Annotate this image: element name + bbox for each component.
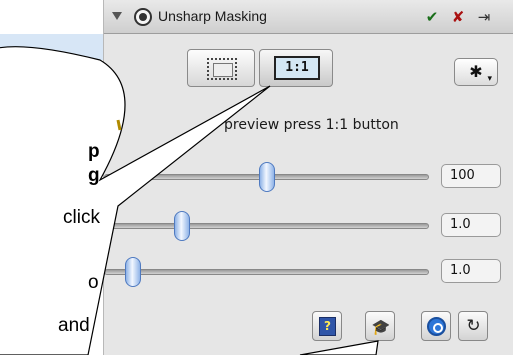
callout-balloon <box>0 46 379 355</box>
callout-text-2: g <box>88 165 100 186</box>
callout-text-3: click <box>63 207 100 228</box>
callout-marker <box>116 119 122 131</box>
callout-tail-bottom <box>299 340 379 355</box>
callout-text-4: o <box>88 272 99 293</box>
callout-text-1: p <box>88 141 100 162</box>
callout-text-5: and <box>58 315 90 336</box>
callout-shape <box>0 46 271 355</box>
